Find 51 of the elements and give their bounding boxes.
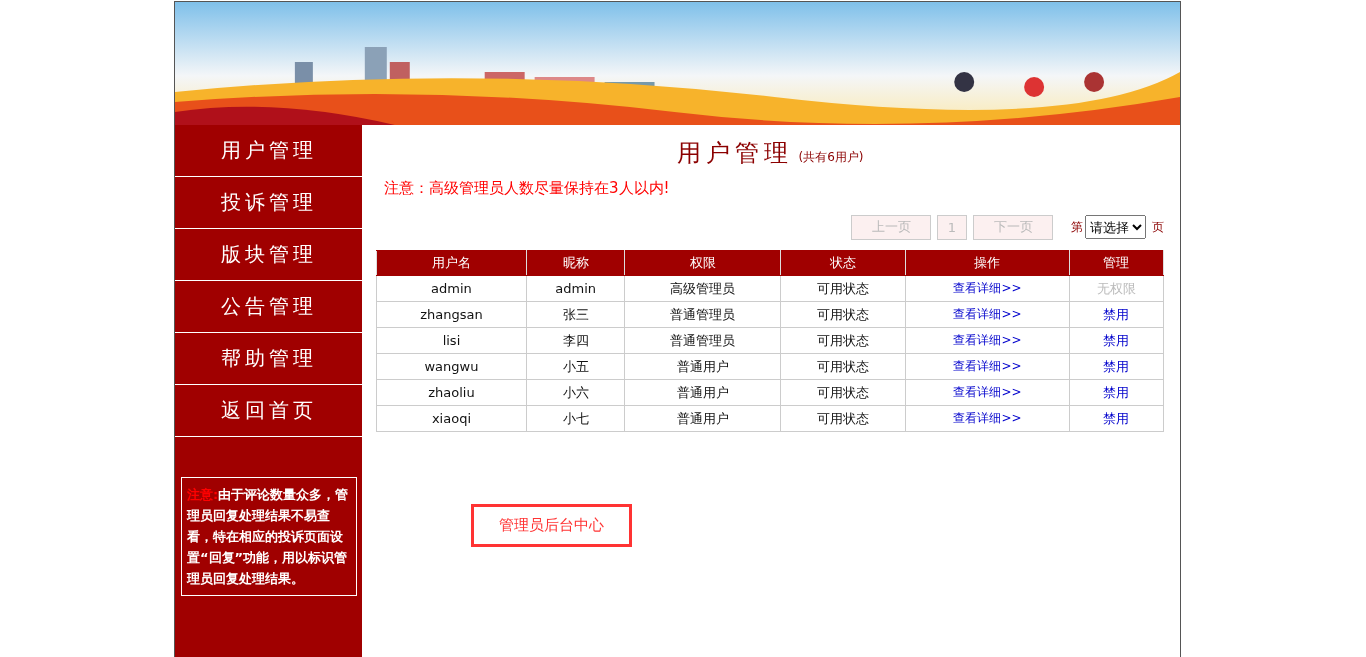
table-cell: 普通用户	[624, 379, 781, 406]
table-cell: 高级管理员	[624, 275, 781, 302]
table-cell: 可用状态	[780, 379, 906, 406]
page-number: 1	[937, 214, 967, 240]
table-cell: admin	[376, 275, 527, 302]
table-cell: 可用状态	[780, 301, 906, 328]
table-cell: 小五	[526, 353, 625, 380]
table-cell: 小六	[526, 379, 625, 406]
disable-link[interactable]: 禁用	[1103, 358, 1130, 374]
column-header: 管理	[1069, 250, 1164, 276]
table-cell: 普通用户	[624, 353, 781, 380]
table-cell: 普通管理员	[624, 301, 781, 328]
page-prefix: 第	[1071, 218, 1083, 236]
sidebar-item[interactable]: 版块管理	[175, 229, 362, 281]
table-cell: wangwu	[376, 353, 527, 380]
table-cell: 可用状态	[780, 327, 906, 354]
table-cell: zhaoliu	[376, 379, 527, 406]
sidebar-item[interactable]: 用户管理	[175, 125, 362, 177]
warning-text: 注意：高级管理员人数尽量保持在3人以内!	[384, 179, 671, 198]
table-cell: 普通用户	[624, 405, 781, 432]
table-cell: 张三	[526, 301, 625, 328]
disable-link[interactable]: 禁用	[1103, 384, 1130, 400]
column-header: 状态	[780, 250, 906, 276]
sidebar-item[interactable]: 返回首页	[175, 385, 362, 437]
table-cell: 普通管理员	[624, 327, 781, 354]
disable-link[interactable]: 禁用	[1103, 306, 1130, 322]
column-header: 权限	[624, 250, 781, 276]
column-header: 操作	[905, 250, 1070, 276]
page-suffix: 页	[1152, 218, 1164, 236]
user-count: (共有6用户)	[798, 149, 864, 166]
table-cell: admin	[526, 275, 625, 302]
disable-link[interactable]: 禁用	[1103, 410, 1130, 426]
table-cell: lisi	[376, 327, 527, 354]
admin-center-button[interactable]: 管理员后台中心	[471, 504, 632, 547]
table-cell: 可用状态	[780, 275, 906, 302]
disable-link[interactable]: 禁用	[1103, 332, 1130, 348]
table-cell: 小七	[526, 405, 625, 432]
page-title: 用户管理	[676, 138, 793, 169]
column-header: 昵称	[526, 250, 625, 276]
no-permission-text: 无权限	[1096, 280, 1136, 296]
sidebar-item[interactable]: 投诉管理	[175, 177, 362, 229]
table-cell: zhangsan	[376, 301, 527, 328]
table-cell: 李四	[526, 327, 625, 354]
column-header: 用户名	[376, 250, 527, 276]
table-cell: 可用状态	[780, 405, 906, 432]
sidebar-item[interactable]: 帮助管理	[175, 333, 362, 385]
page-select[interactable]: 请选择	[1085, 215, 1146, 239]
note-text: 注意:由于评论数量众多，管理员回复处理结果不易查看，特在相应的投诉页面设置“回复”功能，用以标识管理员回复处理结果。	[187, 486, 350, 588]
table-cell: xiaoqi	[376, 405, 527, 432]
table-cell: 可用状态	[780, 353, 906, 380]
sidebar-item[interactable]: 公告管理	[175, 281, 362, 333]
